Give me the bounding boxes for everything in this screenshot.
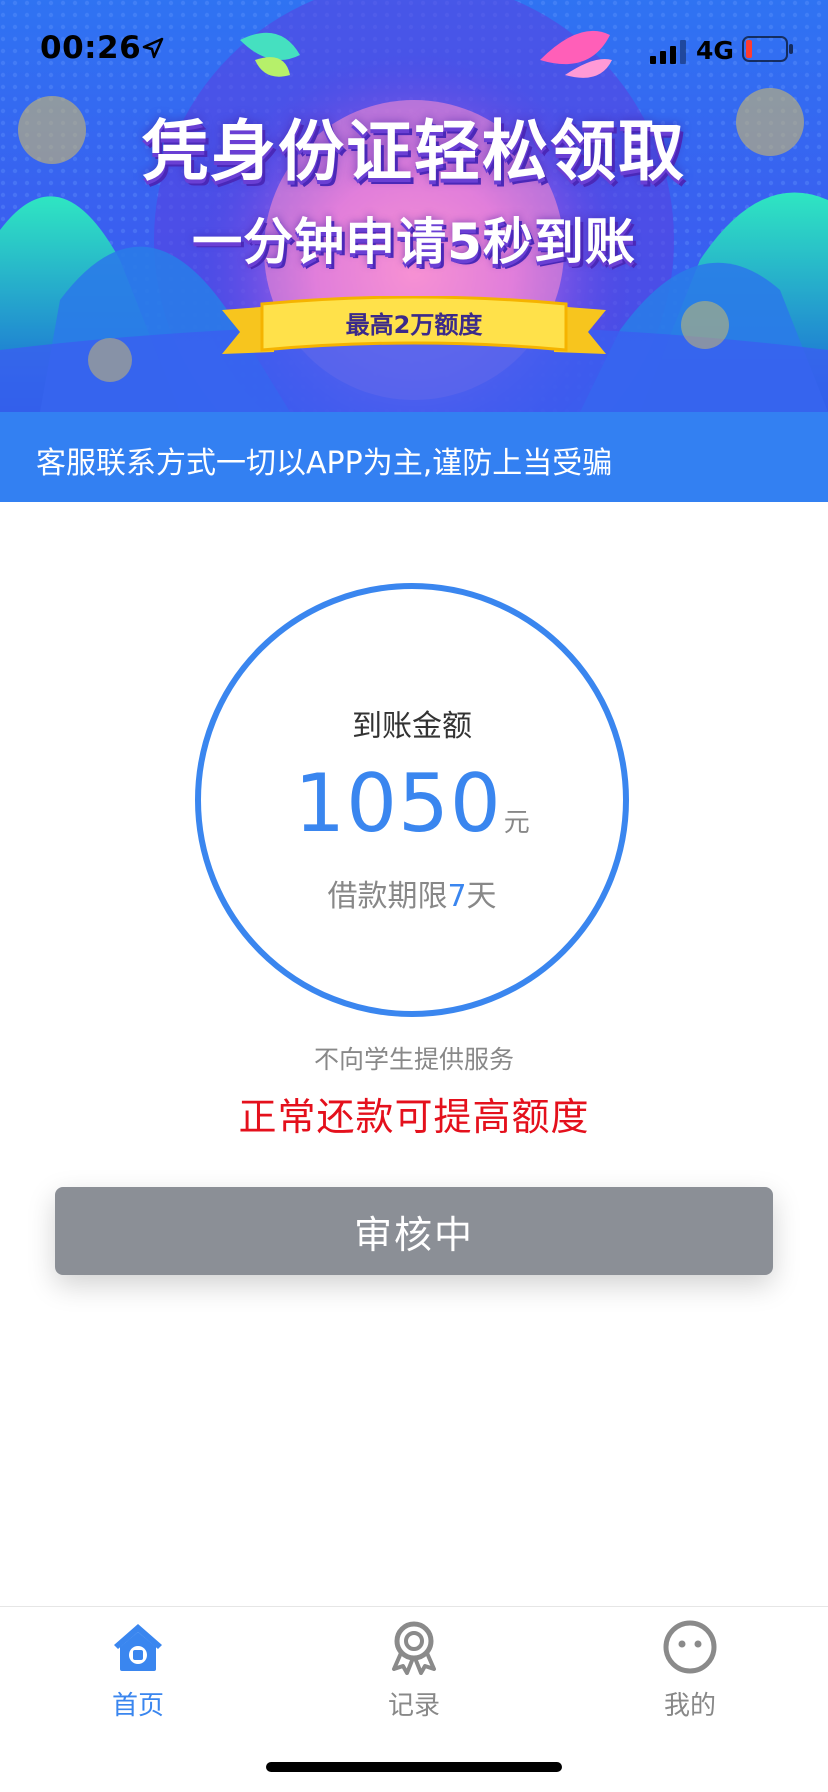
banner-headline: 凭身份证轻松领取 bbox=[142, 113, 686, 190]
ribbon-label: 最高2万额度 bbox=[345, 311, 483, 339]
tab-records[interactable]: 记录 bbox=[276, 1607, 552, 1737]
home-icon bbox=[114, 1624, 162, 1671]
profile-icon bbox=[663, 1620, 717, 1674]
banner-subheadline: 一分钟申请5秒到账 bbox=[192, 213, 636, 271]
home-indicator[interactable] bbox=[266, 1762, 562, 1772]
amount-unit: 元 bbox=[503, 808, 530, 838]
amount-label: 到账金额 bbox=[352, 709, 472, 744]
amount-value: 1050 bbox=[294, 757, 502, 850]
status-bar: 00:26 4G bbox=[0, 0, 828, 100]
loan-term: 借款期限7天 bbox=[201, 871, 623, 915]
promo-banner[interactable]: 00:26 4G 凭身份证轻松领取 一分钟申请5秒到账 最高2万额度 bbox=[0, 0, 828, 412]
tab-records-label: 记录 bbox=[387, 1691, 440, 1721]
signal-bars-icon bbox=[650, 40, 686, 64]
loan-term-prefix: 借款期限 bbox=[327, 879, 448, 914]
records-icon bbox=[392, 1621, 436, 1675]
tab-home[interactable]: 首页 bbox=[0, 1607, 276, 1737]
battery-low-icon bbox=[742, 36, 793, 62]
notice-bar: 客服联系方式一切以APP为主,谨防上当受骗 bbox=[0, 412, 828, 502]
student-disclaimer: 不向学生提供服务 bbox=[313, 1045, 514, 1074]
app-screen: 00:26 4G 凭身份证轻松领取 一分钟申请5秒到账 最高2万额度 客服联系方… bbox=[0, 0, 828, 1792]
tab-mine-label: 我的 bbox=[663, 1691, 716, 1721]
network-type: 4G bbox=[696, 36, 734, 65]
loan-term-days: 7 bbox=[447, 879, 467, 914]
amount-row: 1050元 bbox=[201, 757, 623, 850]
repay-tip: 正常还款可提高额度 bbox=[238, 1095, 590, 1139]
tab-home-label: 首页 bbox=[111, 1691, 164, 1721]
tab-mine[interactable]: 我的 bbox=[552, 1607, 828, 1737]
location-arrow-icon bbox=[142, 37, 164, 59]
under-review-button[interactable]: 审核中 bbox=[55, 1187, 773, 1275]
amount-circle: 到账金额 1050元 借款期限7天 bbox=[195, 583, 629, 1017]
loan-term-suffix: 天 bbox=[466, 879, 497, 914]
status-time: 00:26 bbox=[40, 30, 142, 66]
notice-text: 客服联系方式一切以APP为主,谨防上当受骗 bbox=[36, 446, 613, 481]
